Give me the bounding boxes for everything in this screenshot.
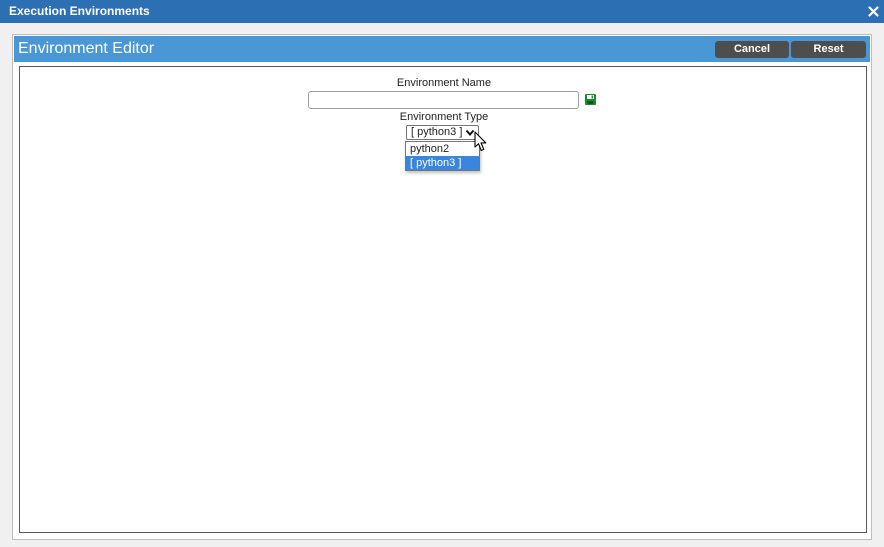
environment-type-select[interactable]: [ python3 ] (406, 125, 479, 140)
close-icon[interactable] (866, 0, 880, 23)
editor-content: Environment Name Environment Type [ pyth… (19, 66, 867, 533)
option-python3[interactable]: [ python3 ] (406, 156, 479, 170)
editor-title: Environment Editor (18, 40, 155, 57)
execution-environments-window: Execution Environments Environment Edito… (0, 0, 884, 547)
environment-name-input[interactable] (308, 91, 579, 109)
environment-name-label: Environment Name (396, 77, 492, 89)
floppy-disk-icon[interactable] (585, 94, 596, 105)
window-titlebar: Execution Environments (0, 0, 884, 23)
option-python2[interactable]: python2 (406, 142, 479, 156)
reset-button[interactable]: Reset (791, 41, 866, 58)
environment-type-selected-value: [ python3 ] (411, 126, 463, 138)
editor-header: Environment Editor Cancel Reset (14, 36, 870, 62)
environment-type-label: Environment Type (399, 111, 489, 123)
cancel-button[interactable]: Cancel (715, 41, 789, 58)
close-icon-glyph (867, 6, 879, 17)
environment-editor-panel: Environment Editor Cancel Reset Environm… (12, 34, 872, 540)
window-title: Execution Environments (9, 4, 150, 18)
chevron-down-icon (465, 129, 475, 137)
environment-type-dropdown: python2 [ python3 ] (405, 141, 480, 171)
